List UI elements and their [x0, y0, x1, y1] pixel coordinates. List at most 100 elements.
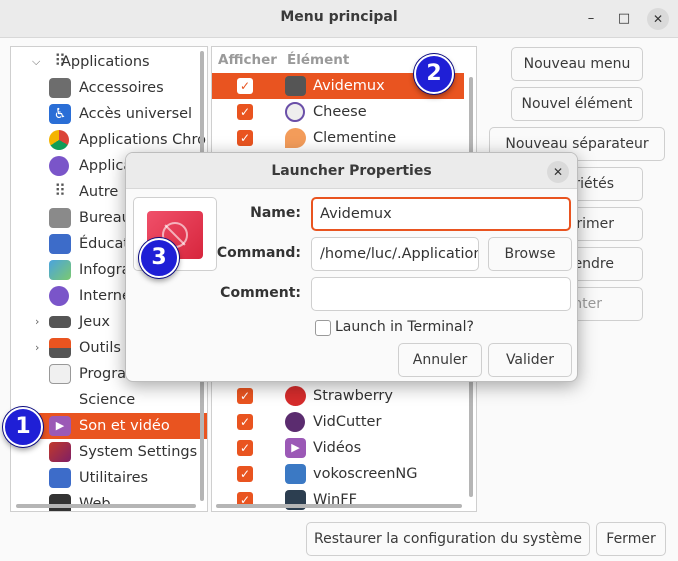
comment-field[interactable]	[311, 277, 571, 311]
tree-item-label: Bureau	[79, 210, 131, 226]
show-checkbox[interactable]: ✓	[237, 388, 253, 404]
browse-button[interactable]: Browse	[488, 237, 572, 271]
close-window-button[interactable]: ✕	[647, 8, 669, 30]
tree-item-label: Autre	[79, 184, 119, 200]
tree-item-applications-chrome[interactable]: Applications Chro	[11, 127, 207, 153]
grid-icon: ⠿	[54, 181, 66, 200]
list-item-cheese[interactable]: ✓ Cheese	[212, 99, 464, 125]
launcher-properties-dialog: Launcher Properties ✕ Name: Avidemux Com…	[125, 152, 578, 382]
tree-item-label: Son et vidéo	[79, 418, 170, 434]
tree-item-label: Accès universel	[79, 106, 193, 122]
accessibility-icon: ♿	[49, 104, 71, 124]
maximize-button[interactable]: □	[613, 8, 635, 30]
tree-item-utilitaires[interactable]: Utilitaires	[11, 465, 207, 491]
new-item-button[interactable]: Nouvel élément	[511, 87, 643, 121]
list-item-label: Clementine	[313, 130, 397, 146]
graphics-icon	[49, 260, 71, 280]
chevron-down-icon[interactable]: ⌵	[32, 49, 40, 75]
list-item-label: Avidemux	[313, 78, 385, 94]
list-item-label: vokoscreenNG	[313, 466, 418, 482]
list-item-label: Cheese	[313, 104, 367, 120]
list-item-winff[interactable]: ✓ WinFF	[212, 487, 464, 511]
tree-item-label: Progra	[79, 366, 127, 382]
list-item-strawberry[interactable]: ✓ Strawberry	[212, 383, 464, 409]
strawberry-icon	[285, 386, 306, 406]
window-title: Menu principal	[280, 9, 398, 25]
terminal-checkbox[interactable]	[315, 320, 331, 336]
tree-item-label: Éducat	[79, 236, 130, 252]
chevron-right-icon[interactable]: ›	[35, 309, 39, 335]
system-tools-icon	[49, 338, 71, 358]
tree-item-applications[interactable]: ⌵ ⠿ Applications	[11, 49, 207, 75]
tree-item-label: Science	[79, 392, 136, 408]
accessories-icon	[49, 78, 71, 98]
tree-horizontal-scrollbar[interactable]	[16, 504, 196, 508]
dialog-title: Launcher Properties	[126, 153, 577, 189]
callout-badge-2: 2	[414, 54, 454, 94]
show-checkbox[interactable]: ✓	[237, 466, 253, 482]
close-button[interactable]: Fermer	[596, 522, 666, 556]
terminal-label[interactable]: Launch in Terminal?	[335, 319, 474, 335]
show-checkbox[interactable]: ✓	[237, 414, 253, 430]
tree-item-accessoires[interactable]: Accessoires	[11, 75, 207, 101]
videos-icon: ▶	[285, 438, 306, 458]
restore-config-button[interactable]: Restaurer la configuration du système	[306, 522, 590, 556]
gamepad-icon	[49, 316, 71, 328]
name-field[interactable]: Avidemux	[311, 197, 571, 231]
command-field[interactable]: /home/luc/.Application	[311, 237, 479, 271]
callout-badge-1: 1	[3, 407, 43, 447]
system-settings-icon	[49, 442, 71, 462]
web-icon	[49, 494, 71, 511]
minimize-button[interactable]: –	[580, 8, 602, 30]
chrome-apps-icon	[49, 156, 69, 176]
tree-item-label: Web	[79, 491, 111, 511]
callout-badge-3: 3	[139, 238, 179, 278]
name-label: Name:	[250, 205, 301, 221]
education-icon	[49, 234, 71, 254]
list-item-vidcutter[interactable]: ✓ VidCutter	[212, 409, 464, 435]
vokoscreen-icon	[285, 464, 306, 484]
list-item-label: Strawberry	[313, 388, 393, 404]
internet-icon	[49, 286, 69, 306]
cancel-button[interactable]: Annuler	[398, 343, 482, 377]
list-item-vokoscreen[interactable]: ✓ vokoscreenNG	[212, 461, 464, 487]
tree-item-label: Utilitaires	[79, 470, 149, 486]
show-checkbox[interactable]: ✓	[237, 130, 253, 146]
list-item-label: WinFF	[313, 492, 357, 508]
column-header-item[interactable]: Élément	[287, 52, 349, 68]
tree-item-label: Interne	[79, 288, 131, 304]
command-label: Command:	[216, 245, 301, 261]
chevron-right-icon[interactable]: ›	[35, 335, 39, 361]
tree-item-web[interactable]: Web	[11, 491, 207, 511]
avidemux-icon	[285, 76, 306, 96]
chrome-icon	[49, 130, 69, 150]
tree-item-system-settings[interactable]: System Settings	[11, 439, 207, 465]
column-header-show[interactable]: Afficher	[218, 52, 277, 68]
clementine-icon	[285, 128, 306, 148]
comment-label: Comment:	[220, 285, 301, 301]
utilities-icon	[49, 468, 71, 488]
list-item-videos[interactable]: ✓ ▶ Vidéos	[212, 435, 464, 461]
tree-item-acces-universel[interactable]: ♿ Accès universel	[11, 101, 207, 127]
new-menu-button[interactable]: Nouveau menu	[511, 47, 643, 81]
dialog-close-button[interactable]: ✕	[547, 161, 569, 183]
tree-item-science[interactable]: Science	[11, 387, 207, 413]
show-checkbox[interactable]: ✓	[237, 104, 253, 120]
title-bar: Menu principal – □ ✕	[0, 0, 678, 38]
desktop-settings-icon	[49, 208, 71, 228]
programming-icon	[49, 364, 71, 384]
tree-item-label: Applications	[61, 54, 150, 70]
validate-button[interactable]: Valider	[488, 343, 572, 377]
tree-item-label: Applications Chro	[79, 132, 207, 148]
list-horizontal-scrollbar[interactable]	[216, 504, 462, 508]
tree-item-label: Jeux	[79, 314, 110, 330]
tree-item-label: System Settings	[79, 444, 198, 460]
show-checkbox[interactable]: ✓	[237, 440, 253, 456]
cheese-icon	[285, 102, 305, 122]
show-checkbox[interactable]: ✓	[237, 78, 253, 94]
list-item-clementine[interactable]: ✓ Clementine	[212, 125, 464, 151]
vidcutter-icon	[285, 412, 305, 432]
tree-item-label: Infogra	[79, 262, 131, 278]
tree-item-label: Accessoires	[79, 80, 164, 96]
multimedia-icon: ▶	[49, 416, 71, 436]
